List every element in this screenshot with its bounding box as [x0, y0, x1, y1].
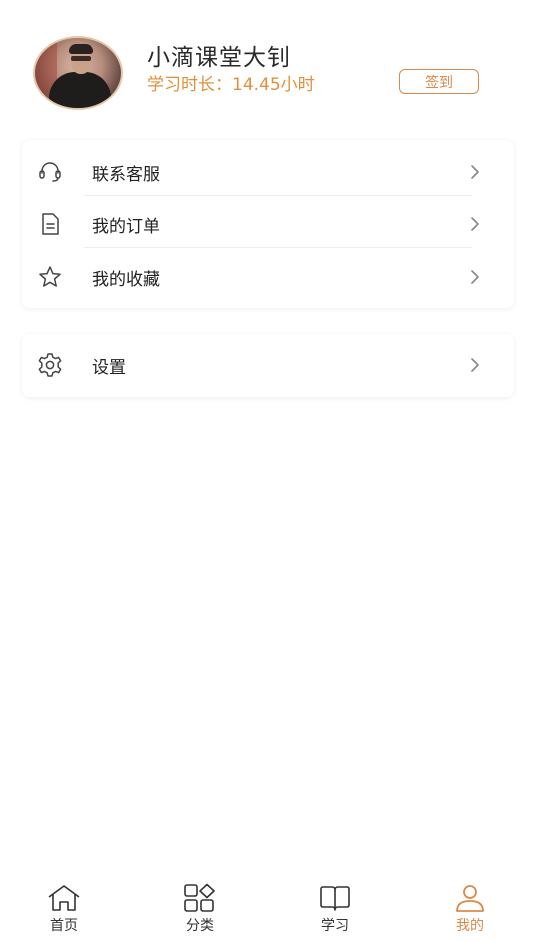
menu-card-main: 联系客服 我的订单 我的收藏: [22, 140, 514, 308]
menu-card-settings: 设置: [22, 334, 514, 397]
tab-mine[interactable]: 我的: [430, 882, 510, 942]
menu-item-my-orders[interactable]: 我的订单: [22, 198, 514, 250]
tab-label: 我的: [456, 918, 484, 934]
home-icon: [44, 882, 84, 914]
person-icon: [450, 882, 490, 914]
avatar-body: [49, 72, 111, 108]
chevron-right-icon: [466, 268, 484, 286]
menu-item-label: 我的收藏: [92, 269, 160, 290]
bottom-tab-bar: 首页 分类 学习 我的: [0, 872, 534, 950]
profile-header: 小滴课堂大钊 学习时长：14.45小时 签到: [0, 0, 534, 130]
document-icon: [36, 210, 64, 238]
tab-label: 分类: [186, 918, 214, 934]
tab-category[interactable]: 分类: [160, 882, 240, 942]
chevron-right-icon: [466, 215, 484, 233]
avatar-glasses: [71, 56, 91, 61]
checkin-button[interactable]: 签到: [399, 69, 479, 94]
profile-page: 小滴课堂大钊 学习时长：14.45小时 签到 联系客服 我的订单 我的收藏 设置…: [0, 0, 534, 950]
menu-item-label: 我的订单: [92, 216, 160, 237]
chevron-right-icon: [466, 163, 484, 181]
tab-study[interactable]: 学习: [295, 882, 375, 942]
study-time: 学习时长：14.45小时: [147, 75, 315, 95]
tab-label: 学习: [321, 918, 349, 934]
username: 小滴课堂大钊: [147, 45, 291, 71]
menu-item-settings[interactable]: 设置: [22, 339, 514, 391]
menu-item-label: 联系客服: [92, 164, 160, 185]
menu-item-label: 设置: [92, 357, 126, 378]
chevron-right-icon: [466, 356, 484, 374]
menu-item-favorites[interactable]: 我的收藏: [22, 251, 514, 303]
gear-icon: [36, 351, 64, 379]
category-icon: [180, 882, 220, 914]
menu-item-customer-service[interactable]: 联系客服: [22, 146, 514, 198]
divider: [84, 247, 472, 248]
divider: [84, 195, 472, 196]
book-icon: [315, 882, 355, 914]
star-icon: [36, 263, 64, 291]
avatar-hair: [69, 44, 93, 54]
tab-label: 首页: [50, 918, 78, 934]
avatar[interactable]: [33, 36, 123, 110]
headset-icon: [36, 158, 64, 186]
tab-home[interactable]: 首页: [24, 882, 104, 942]
